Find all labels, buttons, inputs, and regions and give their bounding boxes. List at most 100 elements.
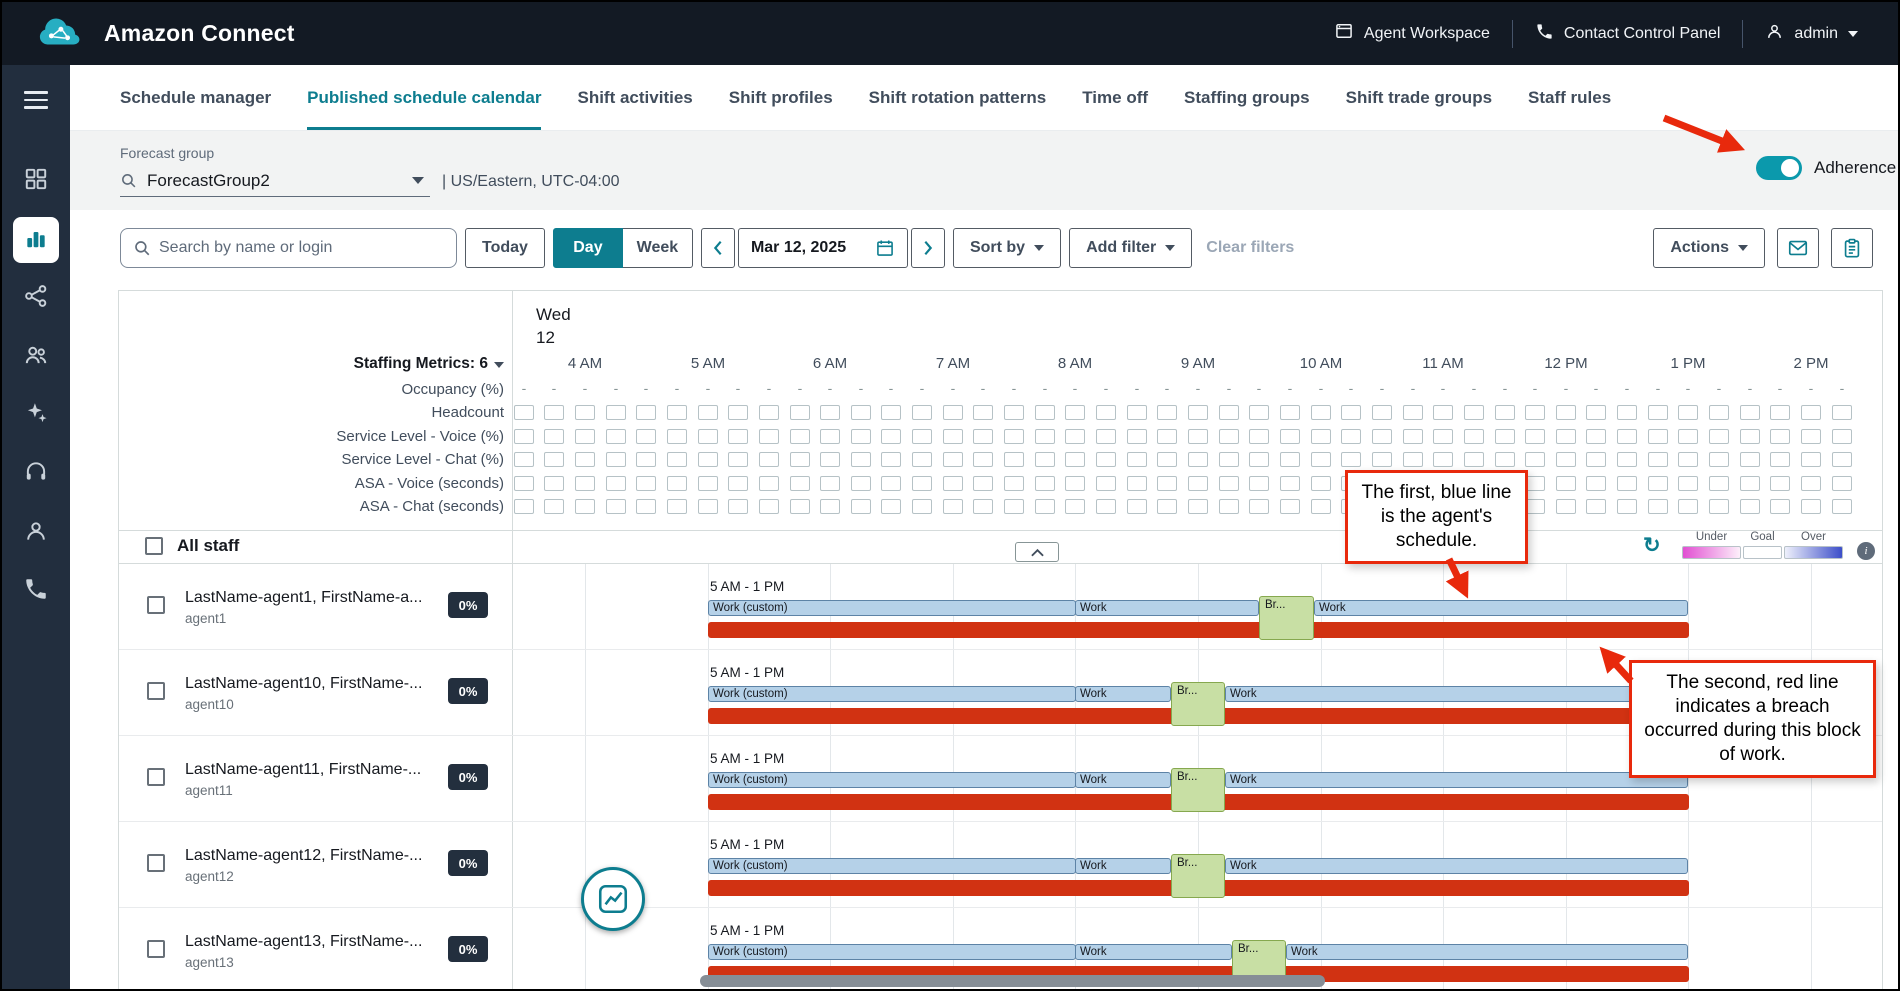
- break-segment[interactable]: Br...: [1259, 596, 1314, 640]
- metric-cell: [1832, 405, 1852, 420]
- metric-cell: [575, 452, 595, 467]
- sidebar-item-ai-analytics[interactable]: [13, 392, 59, 438]
- work-segment[interactable]: Work (custom): [708, 858, 1076, 874]
- metric-cell: [698, 476, 718, 491]
- staffing-metrics-dropdown[interactable]: Staffing Metrics: 6: [214, 355, 504, 375]
- work-segment[interactable]: Work: [1075, 858, 1171, 874]
- date-picker[interactable]: Mar 12, 2025: [738, 228, 908, 268]
- side-nav: [2, 65, 70, 989]
- work-segment[interactable]: Work: [1225, 772, 1688, 788]
- refresh-icon[interactable]: ↻: [1643, 536, 1665, 558]
- agent-row-checkbox[interactable]: [147, 940, 165, 958]
- work-segment[interactable]: Work (custom): [708, 944, 1076, 960]
- work-segment[interactable]: Work: [1075, 944, 1232, 960]
- breach-bar[interactable]: [708, 622, 1689, 638]
- collapse-all-button[interactable]: [1015, 542, 1059, 562]
- previous-day-button[interactable]: [701, 228, 735, 268]
- adherence-toggle[interactable]: [1756, 156, 1802, 180]
- forecast-group-select[interactable]: ForecastGroup2: [120, 165, 430, 197]
- sidebar-item-channels[interactable]: [13, 568, 59, 614]
- metric-cell: [912, 452, 932, 467]
- metric-cell: [1464, 429, 1484, 444]
- menu-icon[interactable]: [24, 91, 48, 109]
- users-icon: [23, 342, 49, 373]
- clear-filters-button[interactable]: Clear filters: [1200, 239, 1300, 257]
- work-segment[interactable]: Work: [1075, 772, 1171, 788]
- agent-row-checkbox[interactable]: [147, 682, 165, 700]
- metric-cell: [881, 476, 901, 491]
- adherence-badge: 0%: [448, 592, 488, 618]
- agent-row-checkbox[interactable]: [147, 854, 165, 872]
- metric-cell: [1249, 452, 1269, 467]
- tab-schedule-manager[interactable]: Schedule manager: [120, 65, 271, 130]
- metric-cell: [1740, 429, 1760, 444]
- work-segment[interactable]: Work (custom): [708, 772, 1076, 788]
- agent-row-checkbox[interactable]: [147, 768, 165, 786]
- tab-shift-profiles[interactable]: Shift profiles: [729, 65, 833, 130]
- metric-cell: [973, 476, 993, 491]
- break-segment[interactable]: Br...: [1171, 768, 1225, 812]
- day-label: Wed: [536, 303, 616, 326]
- tab-shift-activities[interactable]: Shift activities: [577, 65, 692, 130]
- day-button[interactable]: Day: [553, 228, 623, 268]
- sidebar-item-user-profile[interactable]: [13, 510, 59, 556]
- actions-dropdown[interactable]: Actions: [1653, 228, 1765, 268]
- sidebar-item-flows[interactable]: [13, 275, 59, 321]
- agent-row-checkbox[interactable]: [147, 596, 165, 614]
- metric-cell: [667, 429, 687, 444]
- adherence-badge: 0%: [448, 764, 488, 790]
- tab-staffing-groups[interactable]: Staffing groups: [1184, 65, 1310, 130]
- info-icon[interactable]: i: [1857, 542, 1875, 560]
- work-segment[interactable]: Work: [1075, 600, 1259, 616]
- metric-cell-dash: -: [1221, 380, 1237, 396]
- horizontal-scrollbar[interactable]: [700, 975, 1325, 987]
- metric-cell: [1832, 476, 1852, 491]
- work-segment[interactable]: Work: [1314, 600, 1688, 616]
- metric-cell: [912, 405, 932, 420]
- next-day-button[interactable]: [911, 228, 945, 268]
- metric-cell: [1740, 476, 1760, 491]
- metric-cell: [1586, 452, 1606, 467]
- clipboard-button[interactable]: [1831, 228, 1873, 268]
- metric-cell: [544, 452, 564, 467]
- ai-analytics-icon: [23, 400, 49, 431]
- work-segment[interactable]: Work: [1286, 944, 1688, 960]
- row-divider: [119, 563, 1882, 564]
- work-segment[interactable]: Work (custom): [708, 686, 1076, 702]
- metric-cell: [1556, 429, 1576, 444]
- channels-icon: [23, 576, 49, 607]
- work-segment[interactable]: Work: [1225, 858, 1688, 874]
- add-filter-dropdown[interactable]: Add filter: [1069, 228, 1192, 268]
- agent-workspace-button[interactable]: Agent Workspace: [1312, 17, 1512, 51]
- metric-cell: [1311, 476, 1331, 491]
- search-input[interactable]: [159, 239, 444, 257]
- inbox-button[interactable]: [1777, 228, 1819, 268]
- tab-shift-trade-groups[interactable]: Shift trade groups: [1346, 65, 1492, 130]
- hour-label: 11 AM: [1408, 355, 1478, 375]
- intraday-metrics-float-button[interactable]: [581, 867, 645, 931]
- work-segment[interactable]: Work: [1225, 686, 1688, 702]
- sort-by-dropdown[interactable]: Sort by: [953, 228, 1061, 268]
- tab-published-schedule-calendar[interactable]: Published schedule calendar: [307, 65, 541, 130]
- all-staff-checkbox[interactable]: [145, 537, 163, 555]
- metric-cell: [1403, 452, 1423, 467]
- tab-time-off[interactable]: Time off: [1082, 65, 1148, 130]
- contact-control-panel-button[interactable]: Contact Control Panel: [1513, 17, 1743, 51]
- work-segment[interactable]: Work: [1075, 686, 1171, 702]
- tab-staff-rules[interactable]: Staff rules: [1528, 65, 1611, 130]
- sidebar-item-grid-dashboard[interactable]: [13, 158, 59, 204]
- tab-shift-rotation-patterns[interactable]: Shift rotation patterns: [869, 65, 1047, 130]
- calendar-icon: [875, 238, 895, 258]
- today-button[interactable]: Today: [465, 228, 545, 268]
- metric-cell: [1525, 429, 1545, 444]
- sidebar-item-users[interactable]: [13, 334, 59, 380]
- metric-label: ASA - Chat (seconds): [164, 498, 504, 516]
- week-button[interactable]: Week: [623, 228, 693, 268]
- sidebar-item-bar-chart-metrics[interactable]: [13, 217, 59, 263]
- sidebar-item-headset[interactable]: [13, 451, 59, 497]
- break-segment[interactable]: Br...: [1171, 854, 1225, 898]
- metric-cell-dash: -: [577, 380, 593, 396]
- work-segment[interactable]: Work (custom): [708, 600, 1076, 616]
- break-segment[interactable]: Br...: [1171, 682, 1225, 726]
- admin-menu-button[interactable]: admin: [1743, 17, 1880, 51]
